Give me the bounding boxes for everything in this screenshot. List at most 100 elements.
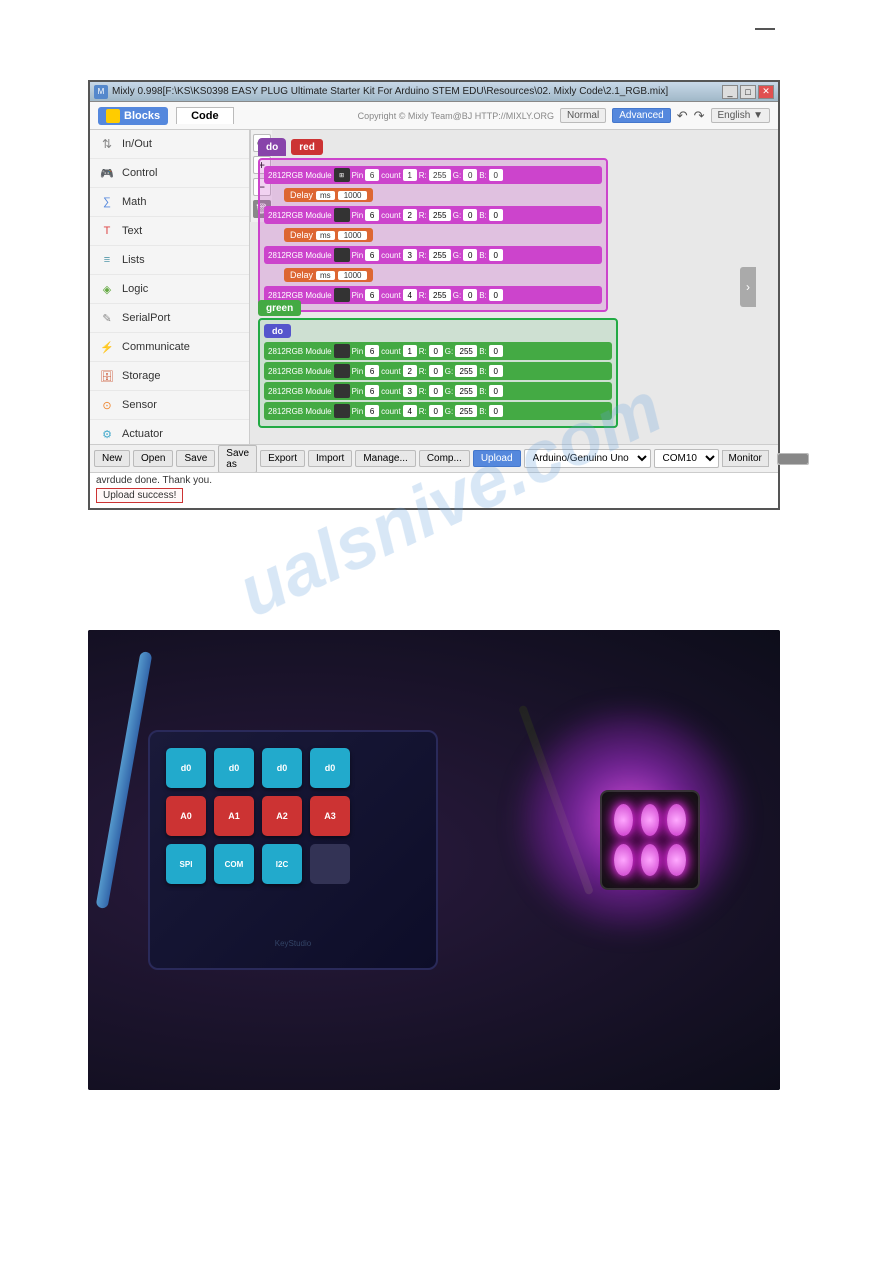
board-select[interactable]: Arduino/Genuino Uno	[524, 449, 651, 468]
com-select[interactable]: COM10	[654, 449, 719, 468]
key-a0: A0	[166, 796, 206, 836]
led-dot-4	[614, 844, 633, 876]
sidebar-item-storage[interactable]: 🗄 Storage	[90, 362, 249, 391]
volume-slider[interactable]	[777, 453, 809, 465]
export-button[interactable]: Export	[260, 450, 305, 467]
upload-button[interactable]: Upload	[473, 450, 521, 467]
g-count-2: 2	[403, 365, 417, 377]
arduino-scene: d0 d0 d0 d0 A0 A1 A2 A3 SPI COM I2C KeyS…	[88, 630, 780, 1090]
sidebar-item-text[interactable]: T Text	[90, 217, 249, 246]
delay-unit-3: ms	[316, 271, 335, 280]
g-b-2: 0	[489, 365, 503, 377]
save-button[interactable]: Save	[176, 450, 215, 467]
key-a1: A1	[214, 796, 254, 836]
normal-mode-btn[interactable]: Normal	[560, 108, 606, 123]
g-count-4: 4	[403, 405, 417, 417]
green-row-3: 2812RGB Module Pin 6 count 3 R: 0 G: 255…	[264, 382, 612, 400]
arduino-board: d0 d0 d0 d0 A0 A1 A2 A3 SPI COM I2C KeyS…	[148, 730, 438, 970]
delay-val-3: 1000	[338, 271, 368, 280]
delay-row-3: Delay ms 1000	[284, 268, 373, 282]
r-val-1: 255	[429, 169, 451, 181]
save-as-button[interactable]: Save as	[218, 445, 257, 473]
sidebar-item-serialport[interactable]: ✎ SerialPort	[90, 304, 249, 333]
expand-arrow[interactable]: ›	[740, 267, 756, 307]
sidebar-item-in-out[interactable]: ⇅ In/Out	[90, 130, 249, 159]
manage-button[interactable]: Manage...	[355, 450, 415, 467]
red-block-group: do red 2812RGB Module ⊞ Pin 6	[258, 138, 608, 312]
key-i2c: I2C	[262, 844, 302, 884]
g-pin-3: 6	[365, 385, 379, 397]
copyright-text: Copyright © Mixly Team@BJ HTTP://MIXLY.O…	[358, 111, 554, 121]
menu-bar: Blocks Code Copyright © Mixly Team@BJ HT…	[90, 102, 778, 130]
monitor-button[interactable]: Monitor	[722, 450, 769, 467]
g-pin-1: 6	[365, 345, 379, 357]
blocks-menu[interactable]: Blocks	[98, 107, 168, 125]
b-val-3: 0	[489, 249, 503, 261]
photo-section: d0 d0 d0 d0 A0 A1 A2 A3 SPI COM I2C KeyS…	[88, 630, 780, 1090]
r-val-2: 255	[429, 209, 451, 221]
key-empty	[310, 844, 350, 884]
rgb-row-3: 2812RGB Module Pin 6 count 3 R: 255 G: 0…	[264, 246, 602, 264]
undo-button[interactable]: ↶	[677, 108, 688, 124]
delay-unit-1: ms	[316, 191, 335, 200]
key-spi: SPI	[166, 844, 206, 884]
g-val-1: 0	[463, 169, 477, 181]
g-module-icon-3	[334, 384, 350, 398]
r-val-3: 255	[429, 249, 451, 261]
delay-unit-2: ms	[316, 231, 335, 240]
title-bar: M Mixly 0.998[F:\KS\KS0398 EASY PLUG Ult…	[90, 82, 778, 102]
minimize-button[interactable]: _	[722, 85, 738, 99]
g-b-1: 0	[489, 345, 503, 357]
redo-button[interactable]: ↷	[694, 108, 705, 124]
g-count-1: 1	[403, 345, 417, 357]
g-pin-4: 6	[365, 405, 379, 417]
sidebar-item-communicate[interactable]: ⚡ Communicate	[90, 333, 249, 362]
pin-1: 6	[365, 169, 379, 181]
g-module-icon-1	[334, 344, 350, 358]
g-r-1: 0	[429, 345, 443, 357]
import-button[interactable]: Import	[308, 450, 352, 467]
logic-icon: ◈	[98, 280, 116, 298]
sidebar-item-control[interactable]: 🎮 Control	[90, 159, 249, 188]
g-g-1: 255	[455, 345, 477, 357]
maximize-button[interactable]: □	[740, 85, 756, 99]
key-d0-2: d0	[214, 748, 254, 788]
green-row-4: 2812RGB Module Pin 6 count 4 R: 0 G: 255…	[264, 402, 612, 420]
work-area: ⇅ In/Out 🎮 Control ∑ Math	[90, 130, 778, 444]
arrow-icon: ⇅	[98, 135, 116, 153]
b-val-2: 0	[489, 209, 503, 221]
status-area: avrdude done. Thank you. Upload success!	[90, 472, 778, 508]
b-val-1: 0	[489, 169, 503, 181]
delay-row-2: Delay ms 1000	[284, 228, 373, 242]
pin-3: 6	[365, 249, 379, 261]
delay-row-1: Delay ms 1000	[284, 188, 373, 202]
open-button[interactable]: Open	[133, 450, 173, 467]
module-icon-1: ⊞	[334, 168, 350, 182]
do-label: do	[266, 142, 278, 153]
g-g-3: 255	[455, 385, 477, 397]
new-button[interactable]: New	[94, 450, 130, 467]
code-tab[interactable]: Code	[176, 107, 234, 124]
compile-button[interactable]: Comp...	[419, 450, 470, 467]
close-button[interactable]: ✕	[758, 85, 774, 99]
advanced-mode-btn[interactable]: Advanced	[612, 108, 670, 123]
count-2: 2	[403, 209, 417, 221]
app-window: M Mixly 0.998[F:\KS\KS0398 EASY PLUG Ult…	[88, 80, 780, 510]
g-g-2: 255	[455, 365, 477, 377]
language-button[interactable]: English ▼	[711, 108, 770, 123]
usb-cable	[96, 651, 153, 909]
sidebar-item-lists[interactable]: ≡ Lists	[90, 246, 249, 275]
code-area: do red 2812RGB Module ⊞ Pin 6	[250, 130, 778, 444]
board-logo: KeyStudio	[275, 939, 311, 948]
button-grid: d0 d0 d0 d0 A0 A1 A2 A3 SPI COM I2C	[166, 748, 354, 888]
module-icon-3	[334, 248, 350, 262]
sidebar-item-logic[interactable]: ◈ Logic	[90, 275, 249, 304]
avrdude-status: avrdude done. Thank you.	[96, 475, 772, 486]
green-row-2: 2812RGB Module Pin 6 count 2 R: 0 G: 255…	[264, 362, 612, 380]
sidebar-item-math[interactable]: ∑ Math	[90, 188, 249, 217]
sidebar-item-actuator[interactable]: ⚙ Actuator	[90, 420, 249, 444]
count-1: 1	[403, 169, 417, 181]
rgb-row-2: 2812RGB Module Pin 6 count 2 R: 255 G: 0…	[264, 206, 602, 224]
sidebar-item-sensor[interactable]: ⊙ Sensor	[90, 391, 249, 420]
g-count-3: 3	[403, 385, 417, 397]
